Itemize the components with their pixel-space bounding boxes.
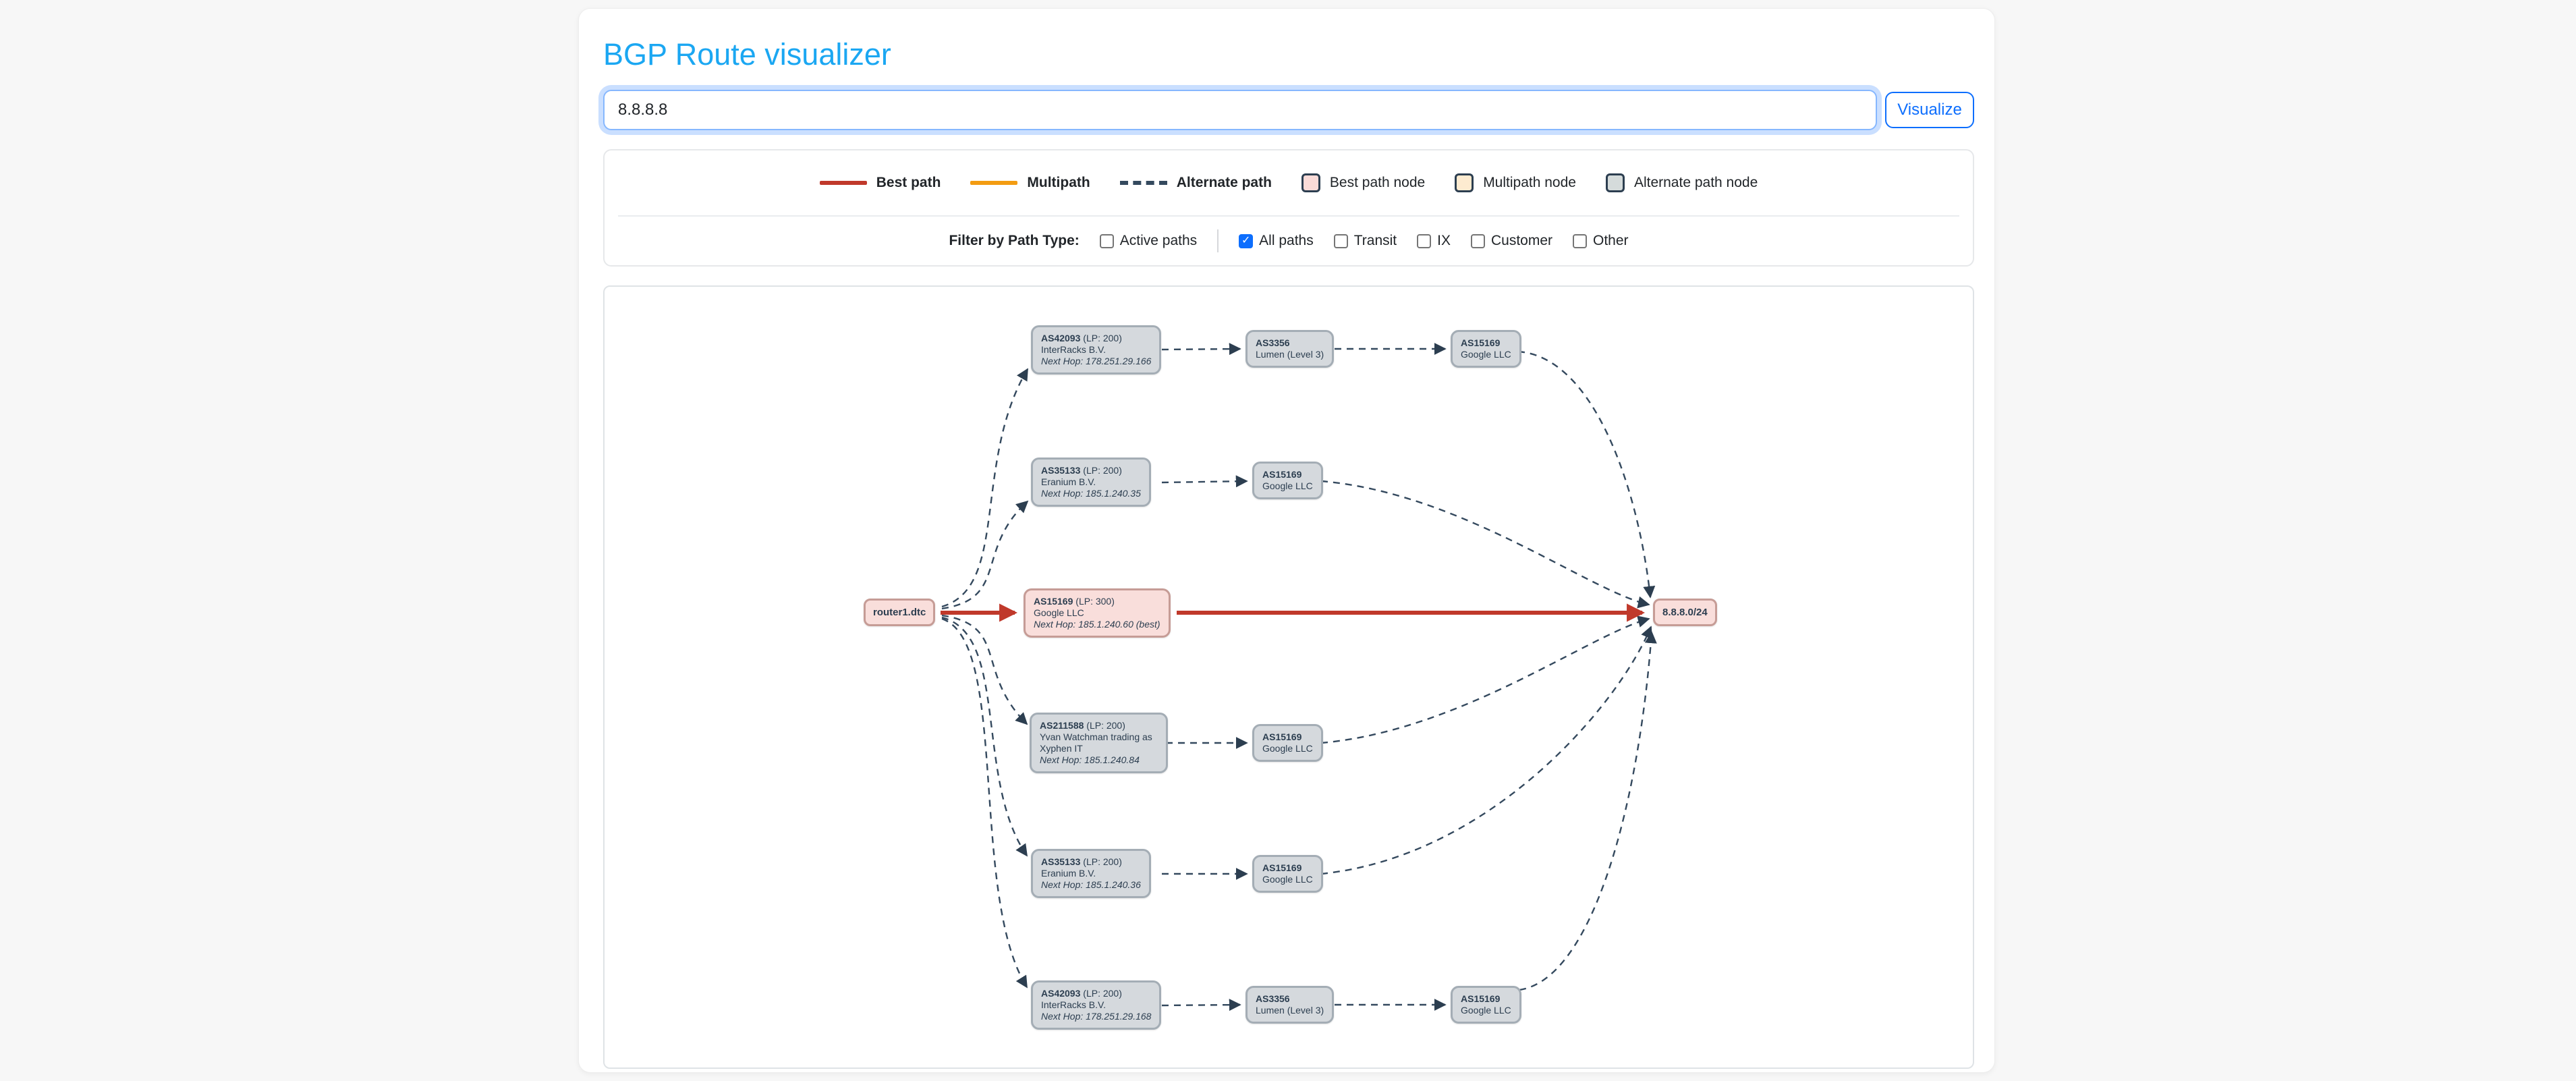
legend-multipath-node: Multipath node <box>1455 173 1576 192</box>
graph-node-as3356-top: AS3356 Lumen (Level 3) <box>1245 330 1334 368</box>
filter-all-paths[interactable]: All paths <box>1239 233 1314 249</box>
alternate-path-line-swatch <box>1120 181 1167 185</box>
checkbox-transit[interactable] <box>1334 234 1348 248</box>
graph-node-as211588: AS211588 (LP: 200) Yvan Watchman trading… <box>1030 713 1168 773</box>
filter-option-label: Other <box>1593 233 1629 249</box>
edge-as15169r2-dest <box>1321 481 1649 605</box>
edge-as15169r1-dest <box>1518 352 1650 597</box>
alternate-path-node-swatch <box>1606 173 1625 192</box>
legend-row: Best path Multipath Alternate path Best … <box>605 150 1973 215</box>
checkbox-active-paths[interactable] <box>1100 234 1114 248</box>
prefix-input[interactable] <box>603 90 1877 130</box>
edge-router-as35133a <box>942 501 1028 609</box>
edge-as15169r6-dest <box>1519 632 1652 990</box>
graph-node-as15169-best: AS15169 (LP: 300) Google LLC Next Hop: 1… <box>1024 588 1171 638</box>
edge-as42093a-as3356a <box>1162 349 1240 350</box>
legend-label: Alternate path node <box>1634 175 1758 191</box>
graph-node-as15169-row1: AS15169 Google LLC <box>1451 330 1521 368</box>
filter-transit[interactable]: Transit <box>1334 233 1397 249</box>
graph-node-as35133-row5: AS35133 (LP: 200) Eranium B.V. Next Hop:… <box>1031 849 1151 898</box>
edge-router-as35133b <box>942 617 1027 856</box>
graph-node-as42093-bottom: AS42093 (LP: 200) InterRacks B.V. Next H… <box>1031 980 1161 1030</box>
filter-option-label: All paths <box>1259 233 1314 249</box>
legend-label: Best path node <box>1330 175 1425 191</box>
router-label: router1.dtc <box>873 607 926 618</box>
edge-as35133a-as15169 <box>1162 481 1247 482</box>
best-path-node-swatch <box>1301 173 1320 192</box>
filter-other[interactable]: Other <box>1573 233 1629 249</box>
edge-router-as211588 <box>942 615 1027 724</box>
search-row: Visualize <box>603 90 1974 130</box>
graph-node-as15169-row6: AS15169 Google LLC <box>1451 986 1521 1024</box>
filter-option-label: Active paths <box>1120 233 1197 249</box>
checkbox-ix[interactable] <box>1417 234 1431 248</box>
destination-label: 8.8.8.0/24 <box>1662 607 1708 618</box>
visualize-button[interactable]: Visualize <box>1885 92 1974 128</box>
multipath-line-swatch <box>970 181 1017 185</box>
best-path-line-swatch <box>820 181 867 185</box>
graph-node-router: router1.dtc <box>864 599 935 626</box>
legend-alternate-path-node: Alternate path node <box>1606 173 1758 192</box>
legend-label: Alternate path <box>1177 175 1272 191</box>
filter-option-label: Customer <box>1491 233 1552 249</box>
checkbox-all-paths[interactable] <box>1239 234 1253 248</box>
main-card: BGP Route visualizer Visualize Best path… <box>578 8 1995 1073</box>
multipath-node-swatch <box>1455 173 1474 192</box>
checkbox-customer[interactable] <box>1471 234 1485 248</box>
legend-alternate-path: Alternate path <box>1120 175 1272 191</box>
graph-node-as42093-top: AS42093 (LP: 200) InterRacks B.V. Next H… <box>1031 325 1161 375</box>
graph-node-as15169-row5: AS15169 Google LLC <box>1252 855 1323 893</box>
legend-label: Multipath node <box>1483 175 1576 191</box>
legend-label: Multipath <box>1027 175 1090 191</box>
graph-node-as15169-row2: AS15169 Google LLC <box>1252 462 1323 499</box>
filter-option-label: IX <box>1437 233 1451 249</box>
filter-label: Filter by Path Type: <box>949 233 1079 249</box>
graph-node-as15169-row4: AS15169 Google LLC <box>1252 724 1323 762</box>
graph-node-as35133-row2: AS35133 (LP: 200) Eranium B.V. Next Hop:… <box>1031 458 1151 507</box>
filter-ix[interactable]: IX <box>1417 233 1451 249</box>
route-graph-panel: router1.dtc 8.8.8.0/24 AS42093 (LP: 200)… <box>603 285 1974 1069</box>
legend-best-path-node: Best path node <box>1301 173 1425 192</box>
filter-customer[interactable]: Customer <box>1471 233 1552 249</box>
filter-active-paths[interactable]: Active paths <box>1100 233 1197 249</box>
edge-router-as42093a <box>942 369 1028 607</box>
legend-filter-box: Best path Multipath Alternate path Best … <box>603 149 1974 267</box>
filter-row: Filter by Path Type: Active paths All pa… <box>605 217 1973 265</box>
filter-divider <box>1217 229 1219 252</box>
legend-label: Best path <box>876 175 941 191</box>
edge-as15169r5-dest <box>1321 627 1651 874</box>
graph-node-as3356-bottom: AS3356 Lumen (Level 3) <box>1245 986 1334 1024</box>
edges-layer <box>605 287 1974 1068</box>
edge-as15169r4-dest <box>1321 619 1649 743</box>
page-title: BGP Route visualizer <box>603 37 1974 72</box>
legend-multipath: Multipath <box>970 175 1090 191</box>
legend-best-path: Best path <box>820 175 941 191</box>
edge-router-as42093b <box>942 619 1027 987</box>
graph-node-destination: 8.8.8.0/24 <box>1653 599 1717 626</box>
checkbox-other[interactable] <box>1573 234 1587 248</box>
filter-option-label: Transit <box>1354 233 1397 249</box>
